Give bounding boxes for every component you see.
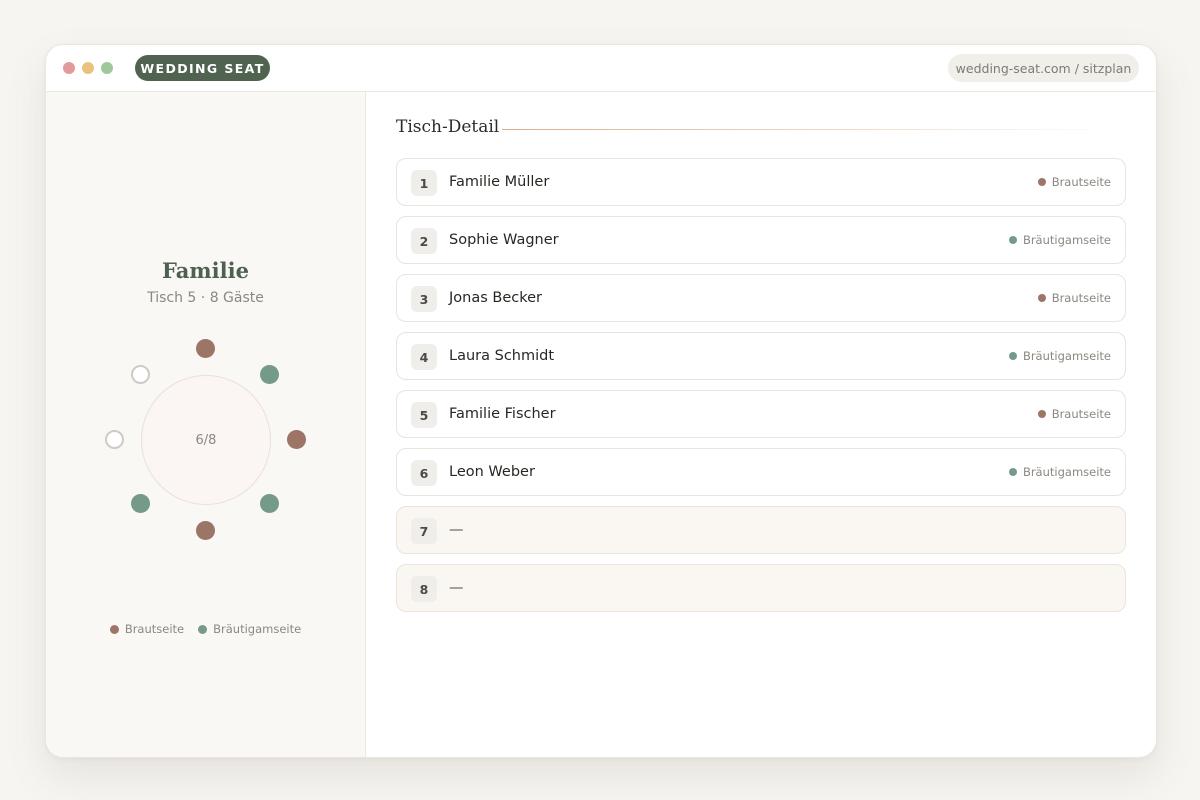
seat-number-badge: 8 — [411, 576, 437, 602]
guest-row[interactable]: 1 Familie Müller Brautseite — [396, 158, 1126, 206]
seat-number-badge: 2 — [411, 228, 437, 254]
url-bar[interactable]: wedding-seat.com / sitzplan — [948, 54, 1139, 82]
seat-number-badge: 1 — [411, 170, 437, 196]
bride-side-dot-icon — [1037, 410, 1046, 418]
guest-list: 1 Familie Müller Brautseite 2 Sophie Wagner B… — [396, 158, 1126, 622]
guest-name: Leon Weber — [449, 464, 535, 480]
minimize-window-dot[interactable] — [82, 62, 94, 74]
groom-side-dot-icon — [1008, 468, 1017, 476]
maximize-window-dot[interactable] — [101, 62, 113, 74]
title-bar: WEDDING SEAT wedding-seat.com / sitzplan — [46, 45, 1156, 92]
legend-groom-label: Bräutigamseite — [213, 622, 302, 636]
seat-number-badge: 3 — [411, 286, 437, 312]
side-label: Brautseite — [1051, 175, 1111, 189]
bride-side-dot-icon — [1037, 294, 1046, 302]
seat-8-empty[interactable] — [131, 365, 151, 385]
round-table: 6/8 — [141, 375, 271, 505]
table-subtitle: Tisch 5 · 8 Gäste — [147, 290, 264, 306]
side-label: Brautseite — [1051, 407, 1111, 421]
table-overview-panel: Familie Tisch 5 · 8 Gäste 6/8 Brautseite… — [46, 92, 366, 757]
bride-side-dot-icon — [109, 624, 119, 634]
side-tag: Bräutigamseite — [1008, 333, 1111, 379]
seat-3-bride[interactable] — [286, 429, 306, 449]
legend-bride-label: Brautseite — [124, 622, 185, 636]
seat-4-groom[interactable] — [259, 493, 279, 513]
guest-name: Laura Schmidt — [449, 348, 555, 364]
guest-row[interactable]: 8— — [396, 564, 1126, 612]
seat-7-empty[interactable] — [104, 429, 124, 449]
side-label: Brautseite — [1051, 291, 1111, 305]
guest-row[interactable]: 7— — [396, 506, 1126, 554]
guest-name: — — [449, 522, 464, 538]
legend: Brautseite Bräutigamseite — [46, 622, 365, 636]
groom-side-dot-icon — [1008, 236, 1017, 244]
title-divider — [502, 129, 1092, 130]
guest-row[interactable]: 4 Laura Schmidt Bräutigamseite — [396, 332, 1126, 380]
seat-5-bride[interactable] — [195, 520, 215, 540]
seat-number-badge: 7 — [411, 518, 437, 544]
side-label: Bräutigamseite — [1022, 349, 1111, 363]
guest-name: Sophie Wagner — [449, 232, 559, 248]
app-window: WEDDING SEAT wedding-seat.com / sitzplan… — [45, 44, 1157, 758]
guest-row[interactable]: 2 Sophie Wagner Bräutigamseite — [396, 216, 1126, 264]
seat-number-badge: 6 — [411, 460, 437, 486]
guest-name: Jonas Becker — [449, 290, 542, 306]
table-name: Familie — [162, 258, 249, 283]
guest-row[interactable]: 5 Familie Fischer Brautseite — [396, 390, 1126, 438]
close-window-dot[interactable] — [63, 62, 75, 74]
side-tag: Brautseite — [1037, 275, 1111, 321]
guest-row[interactable]: 3 Jonas Becker Brautseite — [396, 274, 1126, 322]
occupancy-label: 6/8 — [195, 432, 217, 448]
guest-row[interactable]: 6 Leon Weber Bräutigamseite — [396, 448, 1126, 496]
groom-side-dot-icon — [198, 624, 208, 634]
brand-badge: WEDDING SEAT — [135, 55, 270, 81]
legend-item-bride: Brautseite — [109, 622, 185, 636]
detail-title: Tisch-Detail — [396, 117, 500, 137]
side-tag: Brautseite — [1037, 159, 1111, 205]
guest-name: Familie Müller — [449, 174, 550, 190]
side-tag: Bräutigamseite — [1008, 449, 1111, 495]
seat-2-groom[interactable] — [259, 365, 279, 385]
seat-number-badge: 5 — [411, 402, 437, 428]
table-detail-panel: Tisch-Detail 1 Familie Müller Brautseite 2 S… — [366, 92, 1156, 757]
legend-item-groom: Bräutigamseite — [198, 622, 301, 636]
side-label: Bräutigamseite — [1022, 233, 1111, 247]
guest-name: — — [449, 580, 464, 596]
seat-number-badge: 4 — [411, 344, 437, 370]
seat-1-bride[interactable] — [195, 338, 215, 358]
seat-6-groom[interactable] — [131, 493, 151, 513]
side-tag: Bräutigamseite — [1008, 217, 1111, 263]
side-tag: Brautseite — [1037, 391, 1111, 437]
side-label: Bräutigamseite — [1022, 465, 1111, 479]
bride-side-dot-icon — [1037, 178, 1046, 186]
guest-name: Familie Fischer — [449, 406, 556, 422]
groom-side-dot-icon — [1008, 352, 1017, 360]
